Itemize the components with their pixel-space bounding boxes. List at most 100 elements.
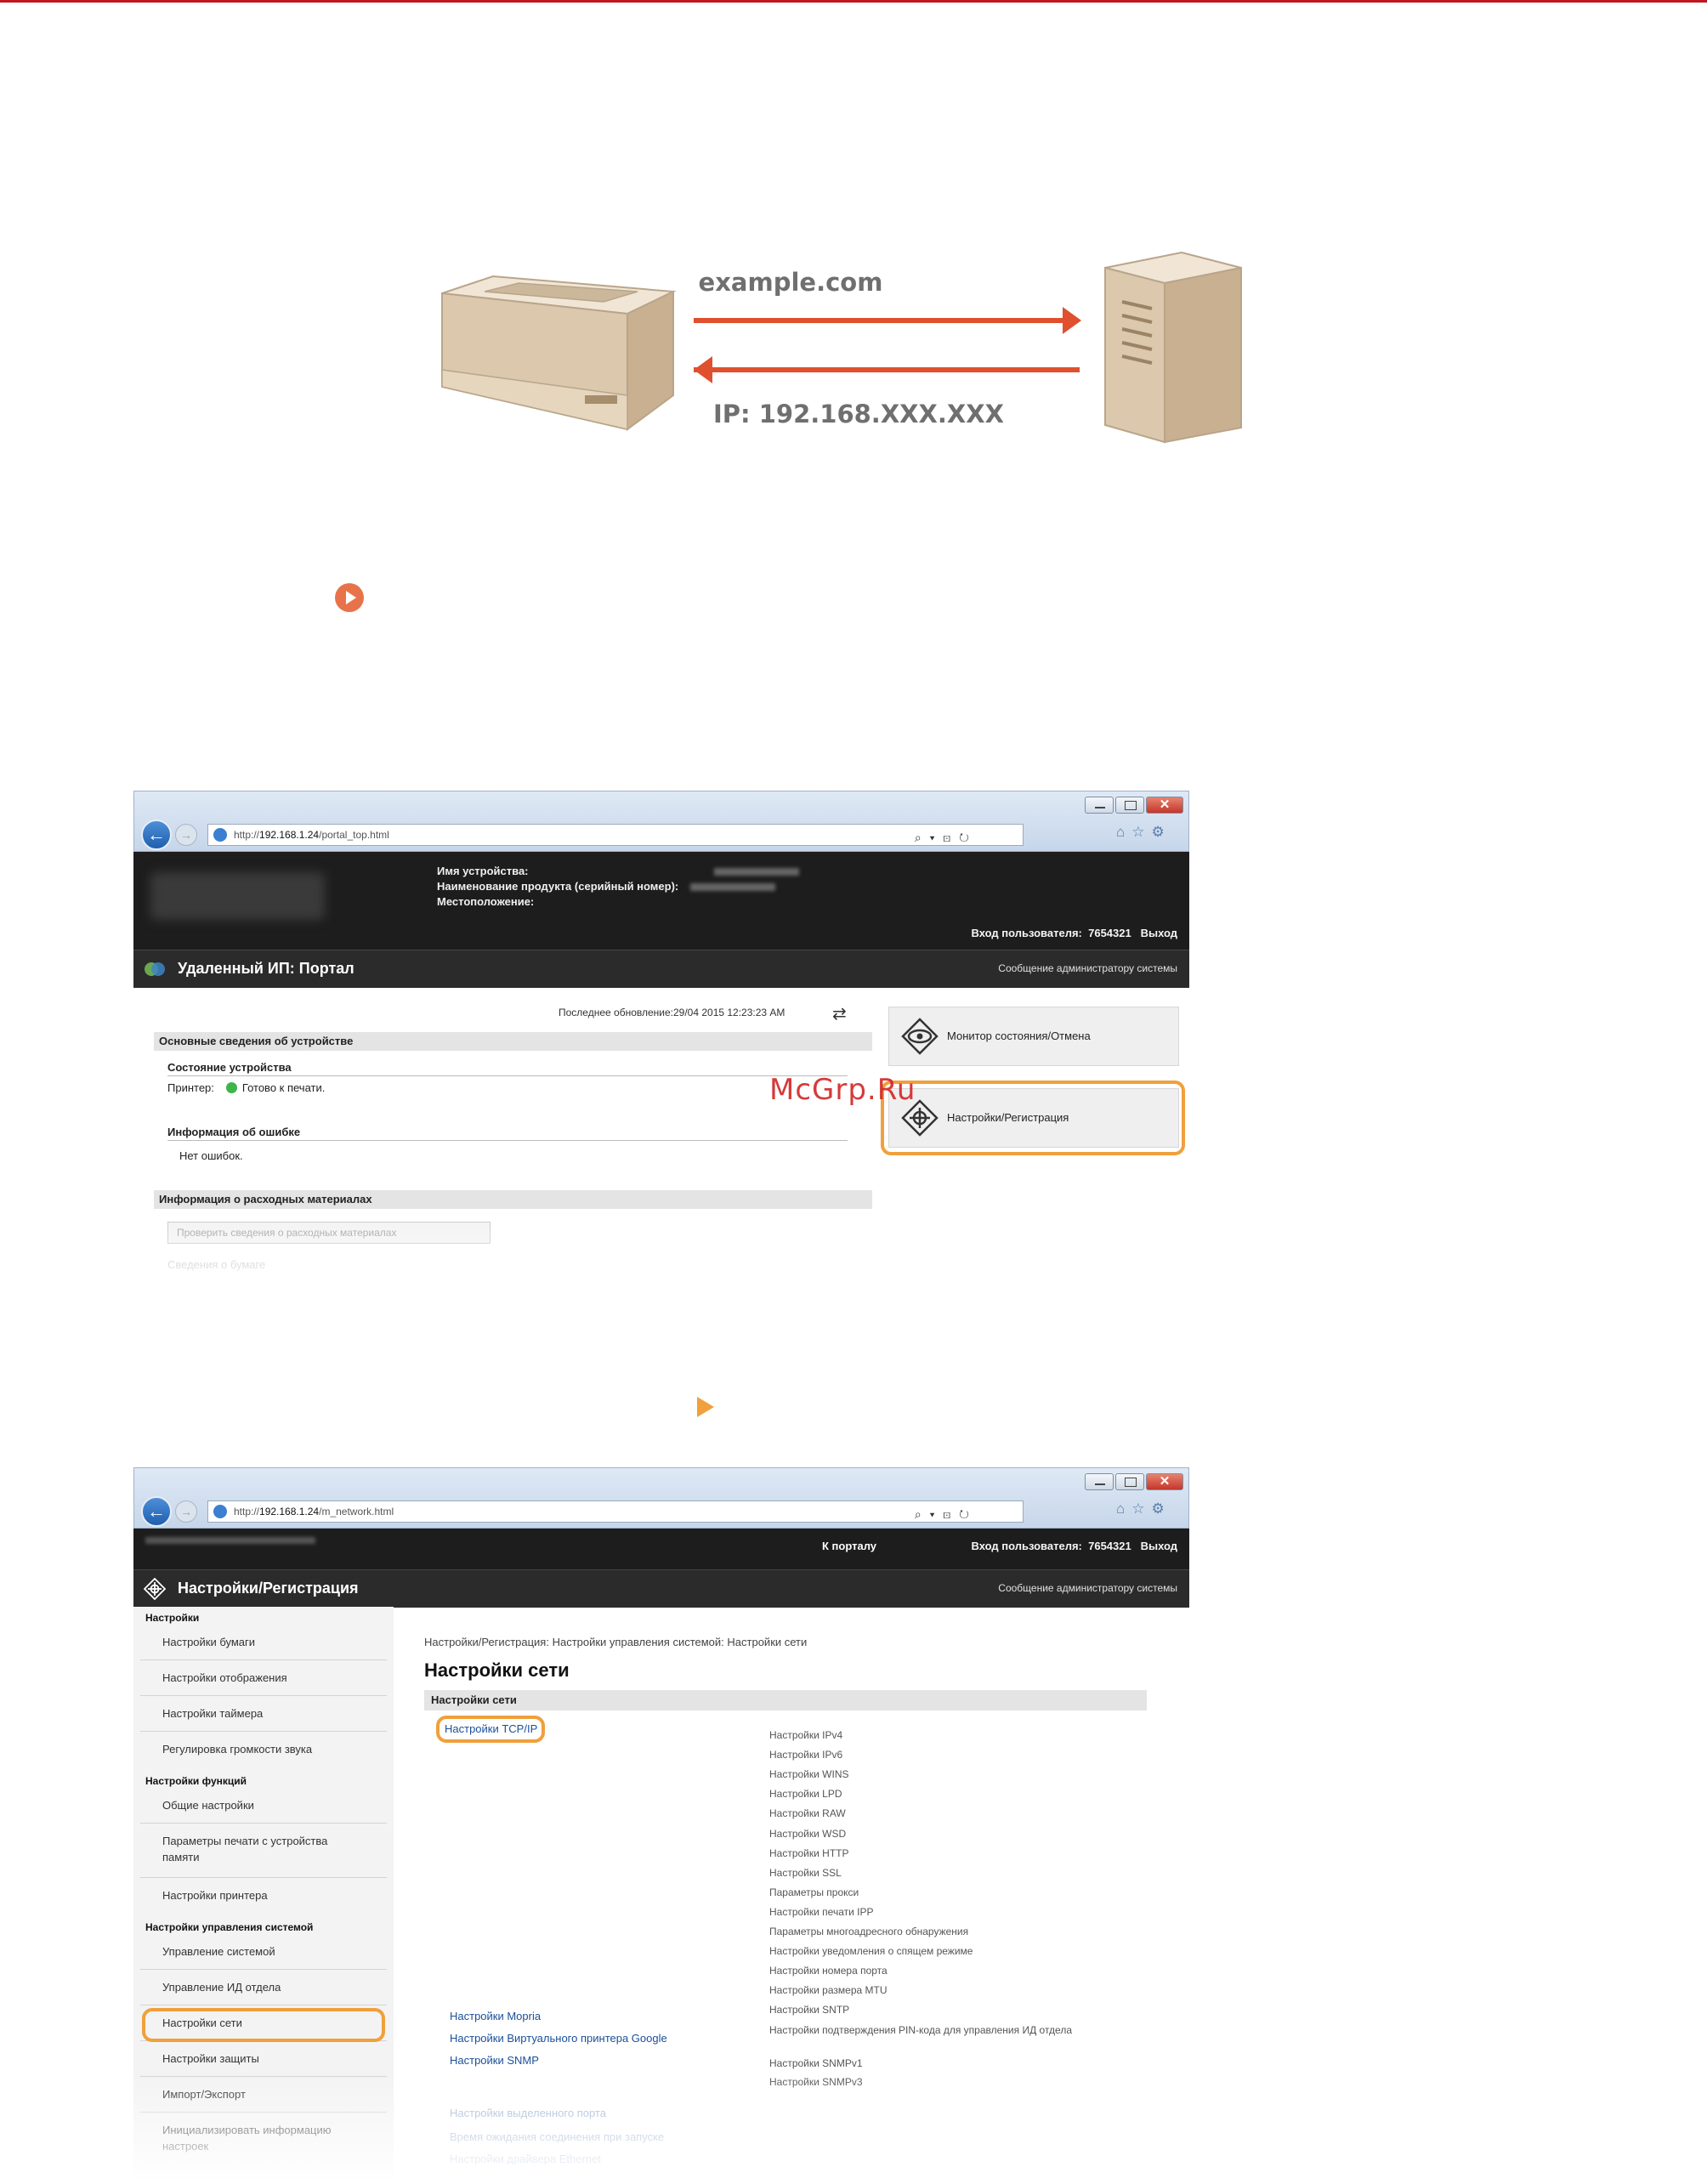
tcpip-subitem: Настройки подтверждения PIN-кода для упр… [769, 2023, 1073, 2036]
network-diagram: example.com IP: 192.168.XXX.XXX [434, 242, 1284, 446]
tcpip-subitem: Настройки RAW [769, 1807, 846, 1820]
settings-icon [144, 1578, 166, 1600]
maximize-button[interactable] [1115, 797, 1144, 814]
page-title: Удаленный ИП: Портал [178, 960, 354, 977]
login-info: Вход пользователя: 7654321 Выход [972, 927, 1178, 939]
printer-status: Готово к печати. [241, 1081, 326, 1094]
snmp-subitem: Настройки SNMPv3 [769, 2076, 863, 2088]
tcpip-subitem: Настройки SSL [769, 1866, 842, 1879]
network-section-header: Настройки сети [424, 1690, 1147, 1710]
search-refresh-icons[interactable]: ⌕ ▾ ⊡ ↻ [915, 827, 972, 848]
status-monitor-label: Монитор состояния/Отмена [947, 1030, 1091, 1042]
consumables-header: Информация о расходных материалах [154, 1190, 872, 1209]
settings-highlight [881, 1081, 1185, 1155]
address-bar[interactable]: http://192.168.1.24/portal_top.html ⌕ ▾ … [207, 824, 1024, 846]
tcpip-subitem: Настройки печати IPP [769, 1905, 874, 1918]
tcpip-subitem: Настройки SNTP [769, 2004, 850, 2017]
device-name-blurred [145, 1537, 315, 1544]
device-header: К порталу Вход пользователя: 7654321 Вых… [133, 1529, 1189, 1569]
search-refresh-icons[interactable]: ⌕ ▾ ⊡ ↻ [915, 1504, 972, 1524]
browser-window-network: ✕ ← → http://192.168.1.24/m_network.html… [133, 1467, 1189, 2184]
error-info-header: Информация об ошибке [167, 1126, 848, 1141]
check-consumables-button[interactable]: Проверить сведения о расходных материала… [167, 1222, 491, 1244]
printer-server-illustration: example.com IP: 192.168.XXX.XXX [441, 251, 1242, 444]
sidebar-item-volume[interactable]: Регулировка громкости звука [162, 1741, 312, 1757]
sidebar-item-dept-id[interactable]: Управление ИД отдела [162, 1979, 281, 1995]
url-prefix: http:// [234, 829, 260, 841]
url-path: /portal_top.html [319, 829, 389, 841]
tcpip-subitem: Настройки HTTP [769, 1846, 849, 1859]
login-label: Вход пользователя: [971, 1540, 1082, 1552]
browser-chrome: ✕ ← → http://192.168.1.24/portal_top.htm… [133, 791, 1189, 852]
maximize-button[interactable] [1115, 1473, 1144, 1490]
brand-logo [150, 872, 325, 920]
sidebar-item-printer[interactable]: Настройки принтера [162, 1887, 268, 1903]
login-label: Вход пользователя: [971, 927, 1082, 939]
close-button[interactable]: ✕ [1146, 1473, 1183, 1490]
tcpip-subitem: Настройки уведомления о спящем режиме [769, 1945, 973, 1958]
device-info: Имя устройства: Наименование продукта (с… [437, 864, 799, 910]
tcpip-subitem: Параметры многоадресного обнаружения [769, 1926, 969, 1937]
home-favorites-tools-icons[interactable]: ⌂☆⚙ [1116, 824, 1171, 841]
minimize-button[interactable] [1085, 797, 1114, 814]
error-value: Нет ошибок. [179, 1149, 243, 1162]
domain-label: example.com [699, 268, 883, 297]
sidebar-item-initialize[interactable]: Инициализировать информацию настроек [162, 2122, 366, 2154]
tcpip-subitem: Параметры прокси [769, 1886, 859, 1898]
sidebar-item-system-management[interactable]: Управление системой [162, 1943, 275, 1960]
forward-button[interactable]: → [175, 824, 197, 846]
sidebar-item-timer[interactable]: Настройки таймера [162, 1705, 263, 1722]
sidebar-item-paper[interactable]: Настройки бумаги [162, 1634, 255, 1650]
home-favorites-tools-icons[interactable]: ⌂☆⚙ [1116, 1500, 1171, 1517]
to-portal-link[interactable]: К порталу [822, 1540, 876, 1552]
snmp-settings-link[interactable]: Настройки SNMP [450, 2054, 539, 2067]
printer-label: Принтер: [167, 1081, 214, 1094]
snmp-subitem: Настройки SNMPv1 [769, 2057, 863, 2069]
refresh-icon[interactable]: ⇄ [832, 1003, 847, 1024]
tcpip-highlight [436, 1716, 545, 1743]
mopria-settings-link[interactable]: Настройки Mopria [450, 2010, 541, 2022]
basic-info-header: Основные сведения об устройстве [154, 1032, 872, 1051]
url-prefix: http:// [234, 1506, 260, 1517]
ie-icon [213, 1505, 227, 1518]
portal-titlebar: Удаленный ИП: Портал Сообщение администр… [133, 950, 1189, 988]
sidebar-group-settings: Настройки [145, 1612, 200, 1624]
forward-button[interactable]: → [175, 1500, 197, 1523]
sidebar-item-import-export[interactable]: Импорт/Экспорт [162, 2086, 246, 2102]
login-info: Вход пользователя: 7654321 Выход [972, 1540, 1178, 1552]
sidebar-item-common[interactable]: Общие настройки [162, 1797, 254, 1813]
startup-wait-link[interactable]: Время ожидания соединения при запуске [450, 2130, 664, 2143]
ethernet-driver-link[interactable]: Настройки драйвера Ethernet [450, 2153, 601, 2165]
status-monitor-button[interactable]: Монитор состояния/Отмена [888, 1007, 1179, 1066]
browser-window-portal: ✕ ← → http://192.168.1.24/portal_top.htm… [133, 791, 1189, 1301]
admin-message-link[interactable]: Сообщение администратору системы [998, 962, 1177, 974]
minimize-button[interactable] [1085, 1473, 1114, 1490]
address-bar[interactable]: http://192.168.1.24/m_network.html ⌕ ▾ ⊡… [207, 1500, 1024, 1523]
dedicated-port-link[interactable]: Настройки выделенного порта [450, 2107, 606, 2119]
tcpip-subitem: Настройки LPD [769, 1788, 842, 1801]
location-label: Местоположение: [437, 895, 535, 908]
sidebar-item-display[interactable]: Настройки отображения [162, 1670, 287, 1686]
breadcrumb: Настройки/Регистрация: Настройки управле… [424, 1636, 808, 1648]
device-name-label: Имя устройства: [437, 865, 529, 877]
sidebar-group-functions: Настройки функций [145, 1775, 247, 1787]
admin-message-link[interactable]: Сообщение администратору системы [998, 1582, 1177, 1594]
close-button[interactable]: ✕ [1146, 797, 1183, 814]
google-cloud-print-link[interactable]: Настройки Виртуального принтера Google [450, 2032, 667, 2045]
remote-ui-icon [145, 962, 165, 976]
paper-info-link[interactable]: Сведения о бумаге [167, 1258, 265, 1271]
sidebar-item-memory-print[interactable]: Параметры печати с устройства памяти [162, 1833, 366, 1865]
logout-link[interactable]: Выход [1141, 927, 1177, 939]
url-host: 192.168.1.24 [259, 1506, 320, 1517]
back-button[interactable]: ← [141, 1496, 172, 1527]
sidebar-group-system: Настройки управления системой [145, 1921, 314, 1933]
logout-link[interactable]: Выход [1141, 1540, 1177, 1552]
product-name-label: Наименование продукта (серийный номер): [437, 880, 679, 893]
back-button[interactable]: ← [141, 820, 172, 850]
sidebar-item-security[interactable]: Настройки защиты [162, 2051, 259, 2067]
tcpip-subitem: Настройки IPv4 [769, 1729, 843, 1741]
step-arrow-icon [697, 1397, 714, 1417]
ip-label: IP: 192.168.XXX.XXX [713, 400, 1004, 428]
link-bullet-icon[interactable] [335, 583, 364, 612]
ie-icon [213, 828, 227, 842]
